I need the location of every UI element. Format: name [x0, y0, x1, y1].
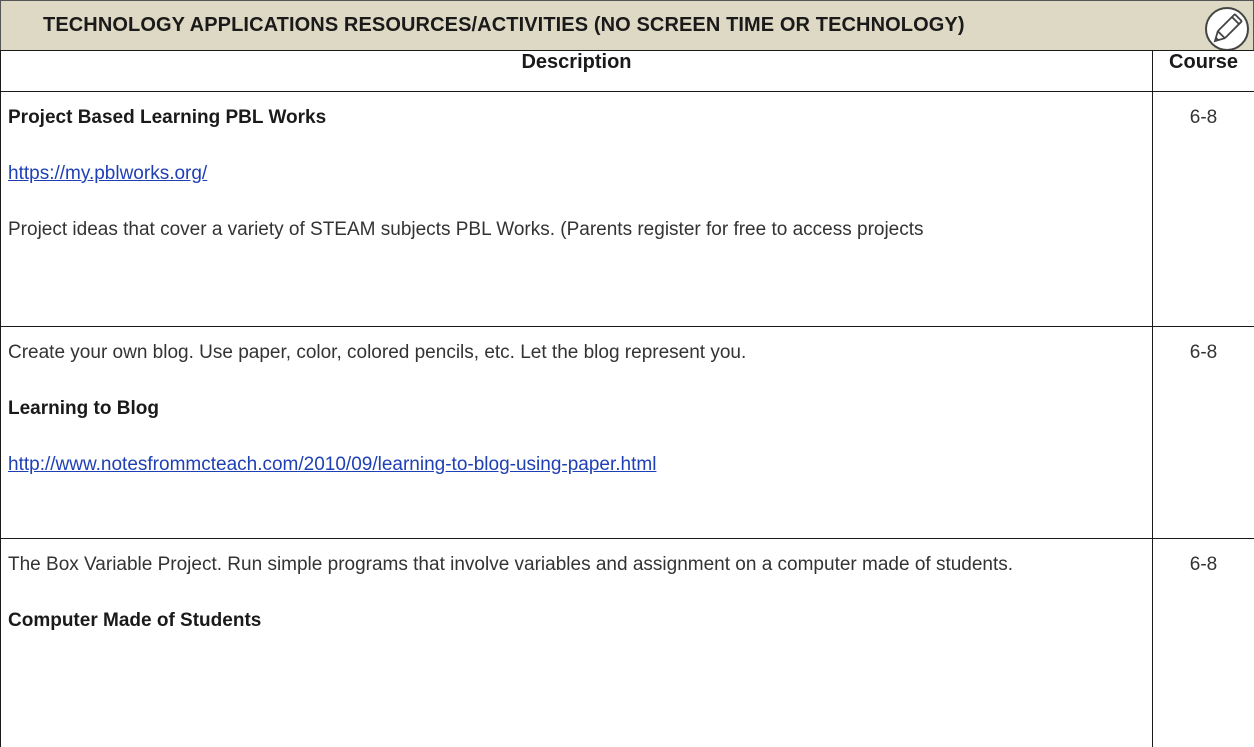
table-header-row: Description Course [0, 50, 1254, 92]
resource-description: Project ideas that cover a variety of ST… [8, 219, 924, 240]
resource-title: Learning to Blog [8, 398, 159, 419]
course-cell: 6-8 [1152, 91, 1254, 327]
description-cell: The Box Variable Project. Run simple pro… [0, 538, 1153, 747]
resource-link[interactable]: https://my.pblworks.org/ [8, 163, 207, 184]
resource-title: Project Based Learning PBL Works [8, 107, 327, 128]
course-cell: 6-8 [1152, 326, 1254, 539]
description-header: Description [0, 50, 1153, 92]
table-row: Project Based Learning PBL Works https:/… [0, 91, 1254, 327]
resource-title: Computer Made of Students [8, 610, 262, 631]
resource-description: Create your own blog. Use paper, color, … [8, 342, 747, 363]
pencil-icon [1205, 7, 1249, 51]
resources-table: Description Course Project Based Learnin… [0, 50, 1254, 747]
description-cell: Project Based Learning PBL Works https:/… [0, 91, 1153, 327]
page-title: TECHNOLOGY APPLICATIONS RESOURCES/ACTIVI… [43, 14, 965, 36]
title-banner: TECHNOLOGY APPLICATIONS RESOURCES/ACTIVI… [0, 0, 1254, 51]
resource-link[interactable]: http://www.notesfrommcteach.com/2010/09/… [8, 454, 656, 475]
description-cell: Create your own blog. Use paper, color, … [0, 326, 1153, 539]
table-row: Create your own blog. Use paper, color, … [0, 326, 1254, 539]
course-cell: 6-8 [1152, 538, 1254, 747]
resource-description: The Box Variable Project. Run simple pro… [8, 554, 1014, 575]
table-row: The Box Variable Project. Run simple pro… [0, 538, 1254, 747]
course-header: Course [1152, 50, 1254, 92]
